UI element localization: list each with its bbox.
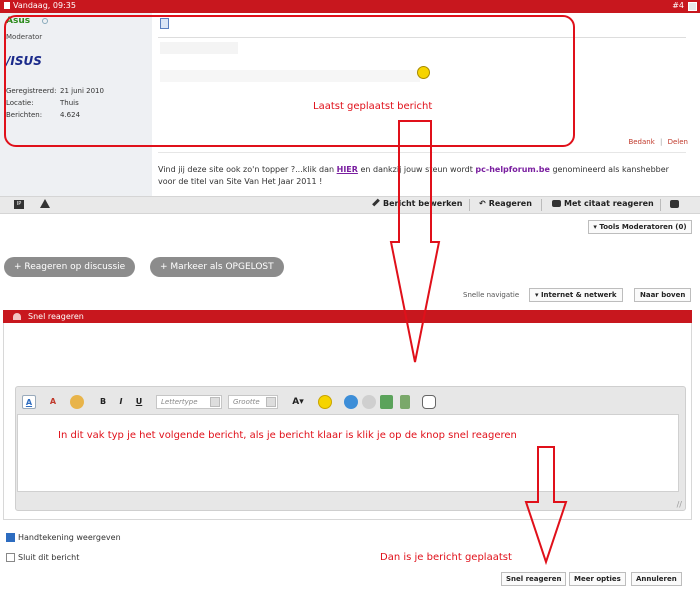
annotation-arrows	[389, 120, 568, 566]
arrow-down-icon	[524, 446, 568, 566]
arrow-down-icon	[389, 120, 441, 363]
